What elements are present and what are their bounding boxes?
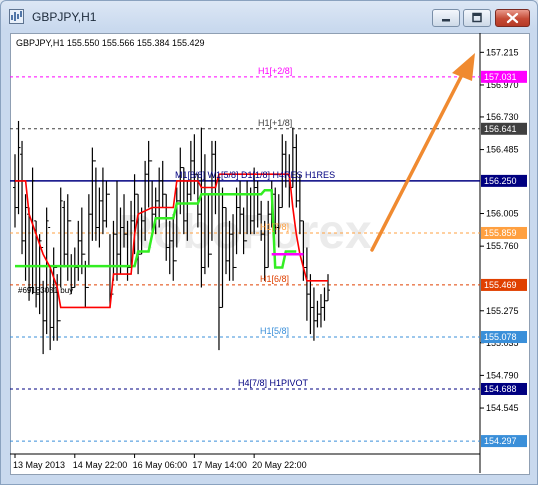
level-label: H4[7/8] H1PIVOT bbox=[238, 378, 309, 388]
level-label: H1[+2/8] bbox=[258, 66, 292, 76]
x-tick-labels: 13 May 2013 14 May 22:00 16 May 06:00 17 Ma… bbox=[13, 454, 307, 470]
symbol-info: GBPJPY,H1 155.550 155.566 155.384 155.42… bbox=[16, 38, 205, 48]
price-tag-label: 156.641 bbox=[484, 124, 517, 134]
price-tag-label: 156.250 bbox=[484, 176, 517, 186]
chart-app-icon bbox=[9, 9, 24, 24]
price-tag-label: 155.469 bbox=[484, 280, 517, 290]
trend-arrow bbox=[370, 53, 475, 252]
x-tick-label: 14 May 22:00 bbox=[73, 460, 128, 470]
order-label: #69183031 buy bbox=[18, 286, 73, 295]
minimize-button[interactable] bbox=[432, 9, 460, 27]
price-tag-label: 157.031 bbox=[484, 72, 517, 82]
y-tick-label: 154.790 bbox=[486, 370, 519, 380]
x-tick-label: 13 May 2013 bbox=[13, 460, 65, 470]
x-tick-label: 17 May 14:00 bbox=[192, 460, 247, 470]
level-label: H1[7/8] bbox=[260, 222, 289, 232]
price-tag-label: 154.297 bbox=[484, 436, 517, 446]
close-icon bbox=[506, 12, 519, 24]
price-tag-label: 154.688 bbox=[484, 384, 517, 394]
minimize-icon bbox=[442, 19, 450, 22]
close-button[interactable] bbox=[495, 9, 530, 27]
level-label: H1[5/8] bbox=[260, 326, 289, 336]
price-tag-label: 155.859 bbox=[484, 228, 517, 238]
level-label: H1[6/8] bbox=[260, 274, 289, 284]
maximize-button[interactable] bbox=[463, 9, 491, 27]
level-label: H1[+1/8] bbox=[258, 118, 292, 128]
title-bar[interactable]: GBPJPY,H1 bbox=[1, 1, 537, 31]
x-tick-label: 16 May 06:00 bbox=[133, 460, 188, 470]
y-tick-label: 156.485 bbox=[486, 145, 519, 155]
maximize-icon bbox=[472, 12, 482, 23]
level-label: M1[8/8] W1[5/8] D1[1/8] H4RES H1RES bbox=[175, 170, 335, 180]
x-tick-label: 20 May 22:00 bbox=[252, 460, 307, 470]
trend-arrow-shaft bbox=[370, 65, 468, 252]
y-tick-label: 154.545 bbox=[486, 403, 519, 413]
y-tick-label: 156.005 bbox=[486, 209, 519, 219]
y-tick-label: 156.730 bbox=[486, 112, 519, 122]
price-chart[interactable]: RoboForex 157.215156.970156.730156.48515… bbox=[10, 33, 528, 473]
y-tick-label: 155.275 bbox=[486, 306, 519, 316]
y-tick-label: 155.760 bbox=[486, 241, 519, 251]
price-tag-label: 155.078 bbox=[484, 332, 517, 342]
y-tick-label: 157.215 bbox=[486, 47, 519, 57]
window-title: GBPJPY,H1 bbox=[32, 10, 97, 24]
